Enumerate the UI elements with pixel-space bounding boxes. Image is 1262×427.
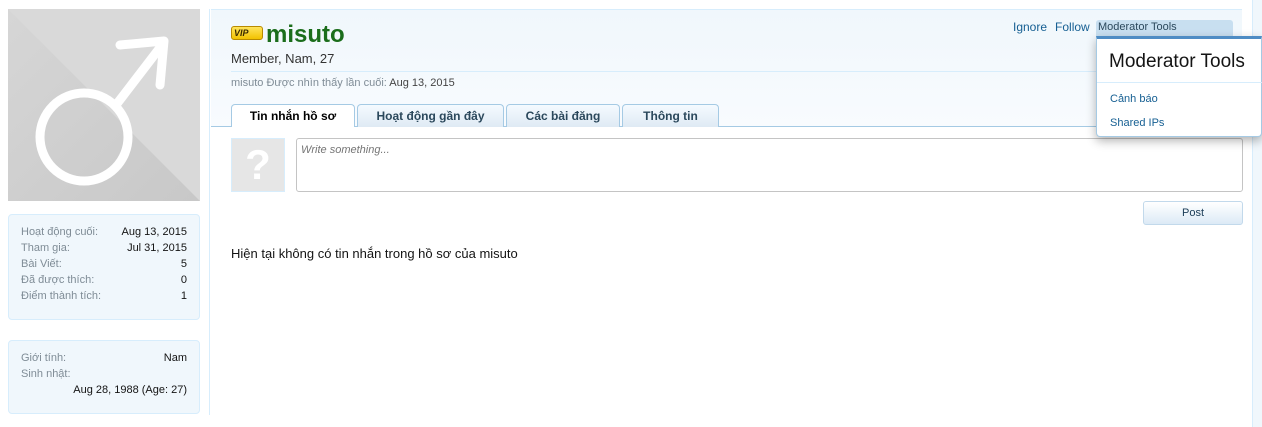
popup-title: Moderator Tools (1109, 51, 1245, 72)
stat-label: Đã được thích: (21, 274, 95, 286)
birthday-value-row: Aug 28, 1988 (Age: 27) (21, 382, 187, 398)
gender-label: Giới tính: (21, 352, 67, 364)
stat-row: Điểm thành tích: 1 (21, 288, 187, 304)
user-title: Member, Nam, 27 (231, 51, 335, 66)
vip-badge: VIP (231, 26, 263, 40)
stat-label: Hoạt động cuối: (21, 226, 99, 238)
profile-tabs: Tin nhắn hồ sơ Hoạt động gần đây Các bài… (231, 104, 721, 127)
sidebar-divider (209, 9, 210, 415)
personal-info-block: Giới tính: Nam Sinh nhật: Aug 28, 1988 (… (8, 340, 200, 414)
stat-row: Hoạt động cuối: Aug 13, 2015 (21, 224, 187, 240)
stat-value[interactable]: 5 (181, 256, 187, 272)
last-seen-date: Aug 13, 2015 (389, 77, 455, 89)
tab-recent-activity[interactable]: Hoạt động gần đây (357, 104, 504, 127)
profile-sidebar: Hoạt động cuối: Aug 13, 2015 Tham gia: J… (8, 9, 200, 414)
male-symbol-icon (8, 9, 200, 201)
stat-row: Bài Viết: 5 (21, 256, 187, 272)
empty-profile-message: Hiện tại không có tin nhắn trong hồ sơ c… (231, 246, 518, 261)
stat-row: Tham gia: Jul 31, 2015 (21, 240, 187, 256)
placeholder-avatar-icon: ? (231, 138, 285, 192)
stat-value: Jul 31, 2015 (127, 242, 187, 254)
ignore-link[interactable]: Ignore (1013, 20, 1047, 34)
stat-value: 0 (180, 274, 187, 286)
birthday-label: Sinh nhật: (21, 368, 71, 380)
stat-label: Tham gia: (21, 242, 70, 254)
birthday-row: Sinh nhật: (21, 366, 187, 382)
stat-label: Bài Viết: (21, 258, 62, 270)
follow-link[interactable]: Follow (1055, 20, 1090, 34)
tab-profile-posts[interactable]: Tin nhắn hồ sơ (231, 104, 355, 127)
username: misuto (266, 21, 345, 48)
tab-postings[interactable]: Các bài đăng (506, 104, 620, 127)
shared-ips-menu-item[interactable]: Shared IPs (1110, 117, 1164, 129)
stats-block: Hoạt động cuối: Aug 13, 2015 Tham gia: J… (8, 214, 200, 320)
gender-row: Giới tính: Nam (21, 350, 187, 366)
stat-row: Đã được thích: 0 (21, 272, 187, 288)
header-divider (231, 71, 1242, 72)
moderator-tools-popup: Moderator Tools Cảnh báo Shared IPs (1096, 36, 1262, 137)
gender-value: Nam (163, 352, 187, 364)
birthday-value: Aug 28, 1988 (Age: 27) (73, 384, 187, 396)
stat-label: Điểm thành tích: (21, 290, 102, 302)
profile-post-input[interactable] (296, 138, 1243, 192)
avatar (8, 9, 200, 201)
post-button[interactable]: Post (1143, 201, 1243, 225)
last-seen-label: misuto Được nhìn thấy lần cuối: (231, 77, 387, 89)
stat-value: Aug 13, 2015 (121, 226, 187, 238)
tab-information[interactable]: Thông tin (622, 104, 719, 127)
header-links: Ignore Follow (1013, 20, 1098, 34)
warn-menu-item[interactable]: Cảnh báo (1110, 93, 1158, 105)
stat-value[interactable]: 1 (181, 288, 187, 304)
last-seen: misuto Được nhìn thấy lần cuối: Aug 13, … (231, 77, 455, 89)
popup-divider (1097, 82, 1262, 83)
